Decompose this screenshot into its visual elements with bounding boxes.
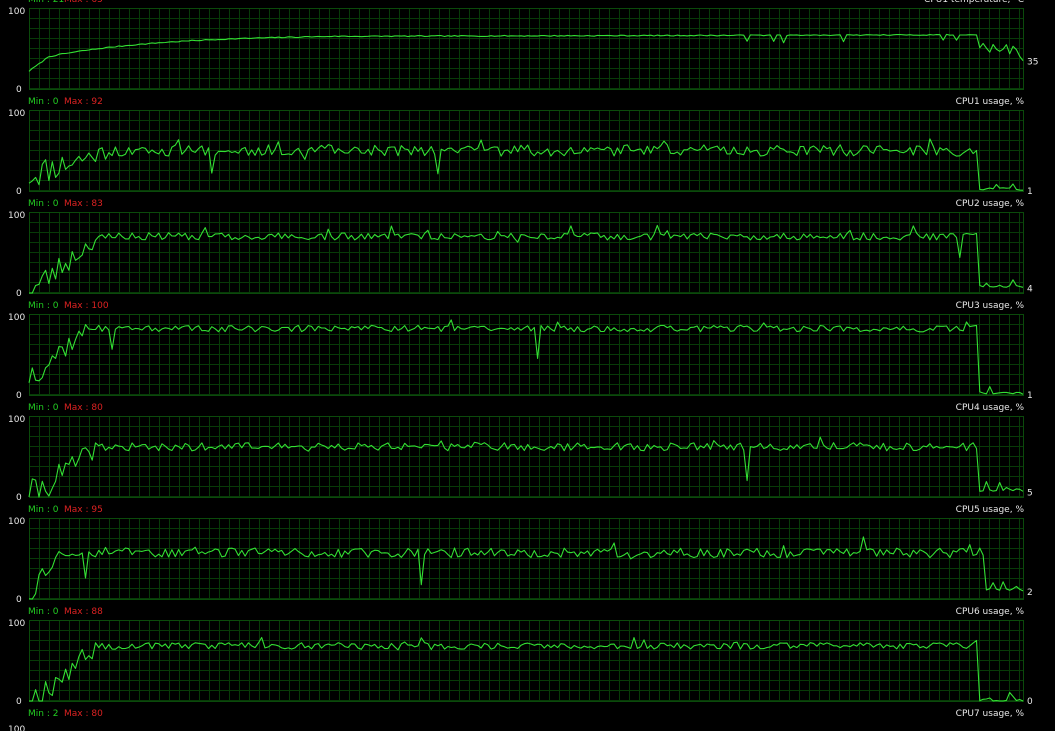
y-tick-label: 0 (16, 187, 22, 197)
series-line (28, 138, 1024, 191)
y-tick-label: 100 (8, 211, 25, 221)
max-value-label: Max : 80 (64, 403, 103, 413)
current-value-label: 4 (1027, 284, 1033, 294)
max-value-label: Max : 83 (64, 199, 103, 209)
graph-title: CPU7 usage, % (956, 709, 1025, 719)
min-value-label: Min : 0 (28, 301, 59, 311)
graph-panel-5: Min : 0 Max : 80 CPU4 usage, % 100 0 5 (8, 403, 1033, 503)
graph-panel-7: Min : 0 Max : 88 CPU6 usage, % 100 0 0 (8, 607, 1033, 707)
series-line (28, 33, 1024, 72)
graph-panel-3: Min : 0 Max : 83 CPU2 usage, % 100 0 4 (8, 199, 1033, 299)
graph-title: CPU1 temperature, °C (924, 0, 1024, 5)
series-line (29, 636, 1024, 702)
min-value-label: Min : 2 (28, 709, 58, 719)
y-tick-label: 0 (16, 493, 22, 503)
grid (29, 212, 1023, 293)
min-value-label: Min : 0 (28, 505, 59, 515)
y-tick-label: 0 (16, 595, 22, 605)
series-line (28, 536, 1024, 600)
y-tick-label: 0 (16, 289, 22, 299)
hardware-monitor-graphs: Min : 21 Max : 65 CPU1 temperature, °C1000… (8, 0, 1038, 731)
graph-panel-2: Min : 0 Max : 92 CPU1 usage, % 100 0 1 (8, 97, 1033, 197)
min-value-label: Min : 0 (28, 607, 59, 617)
min-value-label: Min : 0 (28, 403, 59, 413)
graph-panel-8: Min : 2 Max : 80 CPU7 usage, % 100 (8, 709, 1024, 731)
grid (29, 416, 1023, 497)
graph-panel-6: Min : 0 Max : 95 CPU5 usage, % 100 0 2 (8, 505, 1033, 605)
y-tick-label: 100 (8, 517, 25, 527)
max-value-label: Max : 95 (64, 505, 103, 515)
y-tick-label: 100 (8, 109, 25, 119)
graph-title: CPU3 usage, % (956, 301, 1025, 311)
grid (29, 518, 1023, 599)
current-value-label: 35 (1027, 58, 1038, 68)
grid (29, 314, 1023, 395)
y-tick-label: 100 (8, 313, 25, 323)
y-tick-label: 0 (16, 85, 22, 95)
graph-title: CPU2 usage, % (956, 199, 1025, 209)
current-value-label: 2 (1027, 588, 1033, 598)
max-value-label: Max : 88 (64, 607, 103, 617)
min-value-label: Min : 0 (28, 199, 59, 209)
y-tick-label: 100 (8, 7, 25, 17)
graph-title: CPU4 usage, % (956, 403, 1025, 413)
current-value-label: 1 (1027, 187, 1033, 197)
current-value-label: 0 (1027, 697, 1033, 707)
y-tick-label: 100 (8, 725, 25, 731)
graph-title: CPU1 usage, % (956, 97, 1025, 107)
max-value-label: Max : 92 (64, 97, 103, 107)
y-tick-label: 100 (8, 415, 25, 425)
grid (29, 620, 1023, 701)
graph-title: CPU6 usage, % (956, 607, 1025, 617)
graph-panel-4: Min : 0 Max : 100 CPU3 usage, % 100 0 1 (8, 301, 1033, 401)
y-tick-label: 0 (16, 697, 22, 707)
series-line (28, 319, 1024, 395)
current-value-label: 5 (1027, 488, 1033, 498)
current-value-label: 1 (1027, 391, 1033, 401)
max-value-label: Max : 80 (64, 709, 103, 719)
min-value-label: Min : 21 (28, 0, 64, 5)
grid (29, 8, 1023, 89)
y-tick-label: 100 (8, 619, 25, 629)
max-value-label: Max : 100 (64, 301, 109, 311)
graph-title: CPU5 usage, % (956, 505, 1025, 515)
graph-panel-1: Min : 21 Max : 65 CPU1 temperature, °C 100 0… (8, 0, 1038, 95)
grid (29, 110, 1023, 191)
min-value-label: Min : 0 (28, 97, 59, 107)
y-tick-label: 0 (16, 391, 22, 401)
max-value-label: Max : 65 (64, 0, 103, 5)
